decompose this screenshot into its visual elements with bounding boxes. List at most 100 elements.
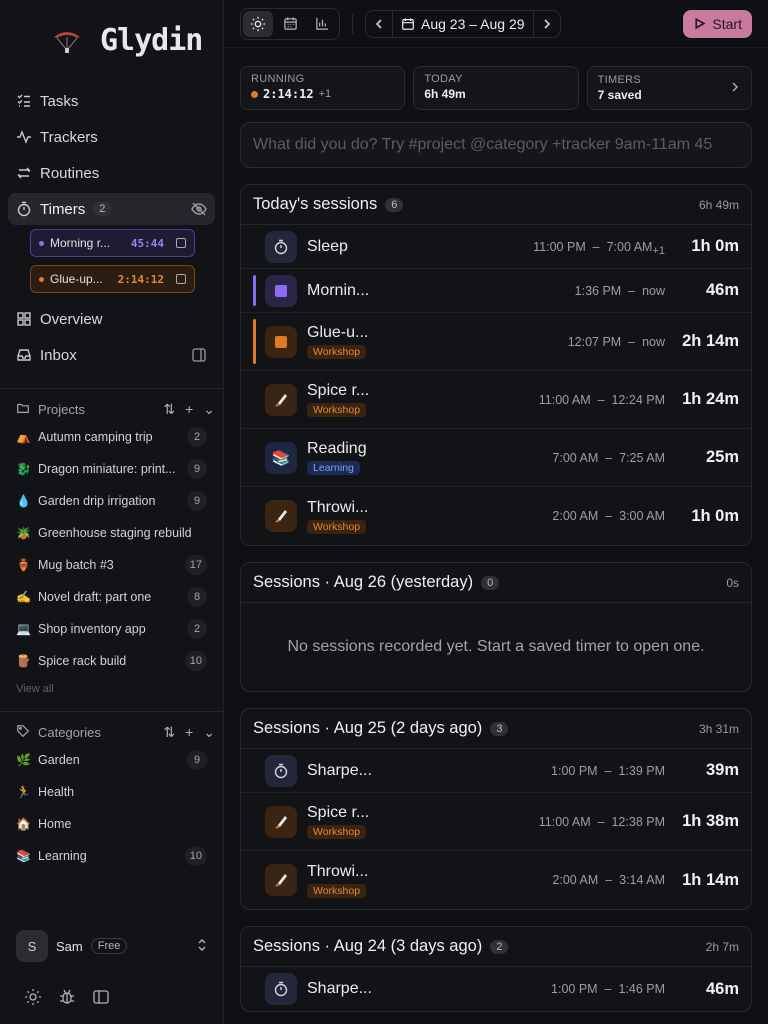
session-name: Spice r... [307, 382, 370, 399]
session-row[interactable]: Throwi... Workshop 2:00 AM – 3:14 AM 1h 14m [241, 851, 751, 909]
day-card: Sessions · Aug 24 (3 days ago) 2 2h 7m Shar… [240, 926, 752, 1012]
panel-icon[interactable] [191, 347, 207, 363]
start-button[interactable]: Start [683, 9, 752, 38]
timer-dot [39, 276, 44, 282]
user-menu[interactable]: S Sam Free [16, 930, 208, 962]
running-indicator [253, 275, 256, 306]
timer-time: 45:44 [130, 236, 164, 250]
sun-view-icon[interactable] [243, 10, 273, 37]
day-title: Sessions · Aug 24 (3 days ago) [253, 937, 483, 955]
timer-label: Glue-up... [50, 272, 103, 286]
chevron-down-icon[interactable]: ⌄ [203, 401, 215, 418]
knife-icon [265, 383, 297, 416]
project-item[interactable]: ⛺ Autumn camping trip 2 [0, 421, 223, 453]
category-item[interactable]: 🏠 Home [0, 808, 223, 840]
nav-routines[interactable]: Routines [8, 157, 215, 189]
stat-today-label: TODAY [424, 73, 463, 85]
square-swatch [275, 335, 287, 348]
session-time: 2:00 AM – 3:14 AM [552, 873, 665, 887]
bug-icon[interactable] [58, 988, 76, 1009]
day-count-badge: 0 [481, 575, 500, 590]
chevron-down-icon[interactable]: ⌄ [203, 724, 215, 741]
stopwatch-icon [265, 230, 297, 263]
session-row[interactable]: 📚 Reading Learning 7:00 AM – 7:25 AM 25m [241, 429, 751, 487]
add-project-icon[interactable]: + [185, 401, 193, 418]
item-name: Shop inventory app [38, 622, 146, 636]
session-duration: 1h 24m [682, 390, 739, 408]
quick-entry-input[interactable] [253, 136, 751, 154]
stop-icon[interactable] [176, 274, 186, 284]
session-info: Spice r... Workshop [307, 804, 427, 839]
emoji-icon: 🪵 [16, 654, 31, 668]
eye-off-icon[interactable] [191, 201, 207, 217]
project-item[interactable]: 🪵 Spice rack build 10 [0, 645, 223, 677]
item-count: 8 [187, 587, 207, 607]
day-card: Today's sessions 6 6h 49m Sleep 11:00 PM – 7… [240, 184, 752, 546]
item-name: Novel draft: part one [38, 590, 152, 604]
session-row[interactable]: Mornin... 1:36 PM – now 46m [241, 269, 751, 313]
project-item[interactable]: 💻 Shop inventory app 2 [0, 613, 223, 645]
stat-today[interactable]: TODAY 6h 49m [413, 66, 579, 110]
project-item[interactable]: 💧 Garden drip irrigation 9 [0, 485, 223, 517]
project-item[interactable]: 🪴 Greenhouse staging rebuild [0, 517, 223, 549]
sessions-list: Today's sessions 6 6h 49m Sleep 11:00 PM – 7… [224, 184, 768, 1012]
date-range-button[interactable]: Aug 23 – Aug 29 [392, 10, 534, 37]
session-start: 2:00 AM [552, 873, 599, 887]
session-row[interactable]: Glue-u... Workshop 12:07 PM – now 2h 14m [241, 313, 751, 371]
view-all-link[interactable]: View all [0, 677, 223, 701]
session-row[interactable]: Spice r... Workshop 11:00 AM – 12:24 PM 1h … [241, 371, 751, 429]
emoji-icon: 🏃 [16, 785, 31, 799]
stop-icon[interactable] [176, 238, 186, 248]
session-row[interactable]: Sleep 11:00 PM – 7:00 AM+1 1h 0m [241, 225, 751, 269]
time-separator: – [597, 982, 619, 996]
session-name: Throwi... [307, 862, 369, 880]
session-row[interactable]: Throwi... Workshop 2:00 AM – 3:00 AM 1h 0m [241, 487, 751, 545]
nav-timers[interactable]: Timers 2 [8, 193, 215, 225]
chevron-left-icon[interactable] [366, 11, 392, 37]
category-item[interactable]: 📚 Learning 10 [0, 840, 223, 872]
toolbar-divider [352, 13, 353, 34]
session-row[interactable]: Sharpe... 1:00 PM – 1:46 PM 46m [241, 967, 751, 1011]
running-timer-morning[interactable]: Morning r... 45:44 [30, 229, 195, 257]
project-item[interactable]: 🏺 Mug batch #3 17 [0, 549, 223, 581]
session-row[interactable]: Sharpe... 1:00 PM – 1:39 PM 39m [241, 749, 751, 793]
sidebar-toggle-icon[interactable] [92, 988, 110, 1009]
nav-inbox[interactable]: Inbox [8, 339, 215, 371]
knife-icon [265, 805, 297, 838]
chevron-right-icon[interactable] [534, 11, 560, 37]
category-item[interactable]: 🌿 Garden 9 [0, 744, 223, 776]
folder-icon [16, 401, 30, 418]
day-total: 3h 31m [698, 721, 739, 736]
nav-trackers[interactable]: Trackers [8, 121, 215, 153]
session-duration: 46m [705, 281, 739, 299]
category-item[interactable]: 🏃 Health [0, 776, 223, 808]
nav-overview[interactable]: Overview [8, 303, 215, 335]
session-row[interactable]: Spice r... Workshop 11:00 AM – 12:38 PM 1h … [241, 793, 751, 851]
brand[interactable]: Glydin [0, 0, 223, 80]
session-end: now [642, 283, 665, 298]
session-info: Sharpe... [307, 980, 427, 998]
session-start: 1:00 PM [551, 763, 598, 778]
nav-tasks-label: Tasks [40, 92, 79, 110]
item-name: Mug batch #3 [38, 558, 114, 572]
stat-timers[interactable]: TIMERS 7 saved [586, 66, 752, 110]
time-separator: – [598, 450, 620, 465]
sort-icon[interactable]: ⇅ [163, 724, 175, 741]
add-category-icon[interactable]: + [185, 724, 193, 741]
emoji-icon: 🏺 [16, 558, 31, 572]
nav-tasks[interactable]: Tasks [8, 85, 215, 117]
calendar-view-icon[interactable] [275, 11, 305, 37]
knife-icon [265, 864, 297, 896]
session-end: 3:00 AM [619, 509, 665, 523]
session-name: Mornin... [307, 281, 370, 299]
sort-icon[interactable]: ⇅ [163, 401, 175, 418]
sun-icon[interactable] [24, 988, 42, 1009]
project-item[interactable]: 🐉 Dragon miniature: print... 9 [0, 453, 223, 485]
session-duration: 1h 0m [691, 506, 739, 525]
stat-running[interactable]: RUNNING 2:14:12 +1 [240, 66, 406, 110]
timers-count-badge: 2 [93, 202, 112, 216]
day-count-badge: 6 [385, 197, 404, 212]
project-item[interactable]: ✍️ Novel draft: part one 8 [0, 581, 223, 613]
running-timer-glueup[interactable]: Glue-up... 2:14:12 [30, 265, 195, 293]
chart-view-icon[interactable] [307, 11, 337, 37]
